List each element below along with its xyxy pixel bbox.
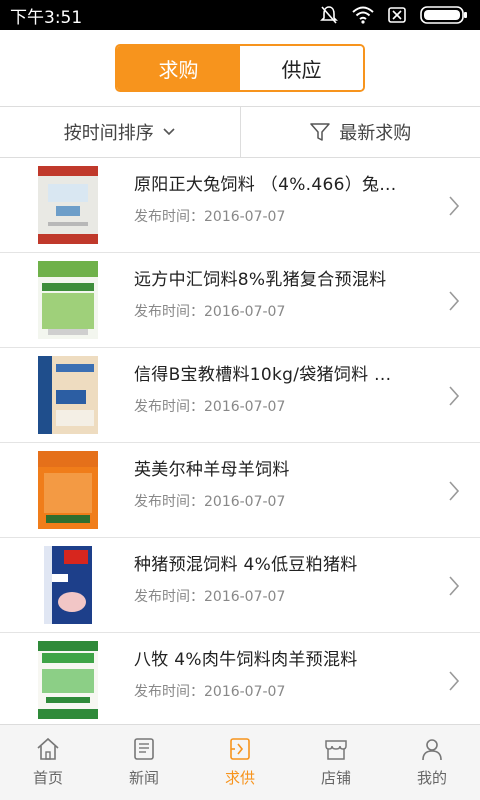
tab-label: 我的 bbox=[416, 769, 447, 787]
tab-label: 求供 bbox=[224, 769, 255, 787]
item-date: 发布时间：2016-07-07 bbox=[134, 684, 286, 700]
filter-label: 最新求购 bbox=[339, 123, 412, 144]
product-image bbox=[38, 451, 98, 529]
chevron-right-icon bbox=[449, 196, 460, 216]
item-text: 远方中汇饲料8%乳猪复合预混料 发布时间：2016-07-07 bbox=[134, 253, 440, 348]
list-item[interactable]: 八牧 4%肉牛饲料肉羊预混料 发布时间：2016-07-07 bbox=[0, 633, 480, 724]
list-item[interactable]: 原阳正大兔饲料 （4%.466）兔... 发布时间：2016-07-07 bbox=[0, 158, 480, 253]
wifi-icon bbox=[352, 6, 374, 24]
latest-buy-filter-button[interactable]: 最新求购 bbox=[239, 107, 480, 157]
list-item[interactable]: 英美尔种羊母羊饲料 发布时间：2016-07-07 bbox=[0, 443, 480, 538]
item-date: 发布时间：2016-07-07 bbox=[134, 494, 286, 510]
item-text: 英美尔种羊母羊饲料 发布时间：2016-07-07 bbox=[134, 443, 440, 538]
battery-icon bbox=[420, 6, 467, 24]
supply-demand-icon bbox=[230, 738, 250, 760]
item-text: 八牧 4%肉牛饲料肉羊预混料 发布时间：2016-07-07 bbox=[134, 633, 440, 724]
tab-supply-demand[interactable]: 求供 bbox=[192, 725, 288, 800]
chevron-right-icon bbox=[449, 481, 460, 501]
product-image bbox=[44, 546, 92, 624]
product-list: 原阳正大兔饲料 （4%.466）兔... 发布时间：2016-07-07 远方中… bbox=[0, 158, 480, 724]
item-text: 原阳正大兔饲料 （4%.466）兔... 发布时间：2016-07-07 bbox=[134, 158, 440, 253]
item-text: 种猪预混饲料 4%低豆粕猪料 发布时间：2016-07-07 bbox=[134, 538, 440, 633]
list-item[interactable]: 信得B宝教槽料10kg/袋猪饲料 ... 发布时间：2016-07-07 bbox=[0, 348, 480, 443]
filter-bar: 按时间排序 最新求购 bbox=[0, 106, 480, 158]
status-time: 下午3:51 bbox=[10, 7, 83, 28]
item-text: 信得B宝教槽料10kg/袋猪饲料 ... 发布时间：2016-07-07 bbox=[134, 348, 440, 443]
chevron-right-icon bbox=[449, 671, 460, 691]
sort-by-time-button[interactable]: 按时间排序 bbox=[0, 107, 240, 157]
chevron-right-icon bbox=[449, 386, 460, 406]
product-image bbox=[38, 356, 98, 434]
item-title: 英美尔种羊母羊饲料 bbox=[134, 460, 290, 480]
item-title: 信得B宝教槽料10kg/袋猪饲料 ... bbox=[134, 365, 392, 385]
tab-news[interactable]: 新闻 bbox=[96, 725, 192, 800]
sort-label: 按时间排序 bbox=[63, 123, 154, 144]
chevron-right-icon bbox=[449, 291, 460, 311]
tab-store[interactable]: 店铺 bbox=[288, 725, 384, 800]
list-item[interactable]: 种猪预混饲料 4%低豆粕猪料 发布时间：2016-07-07 bbox=[0, 538, 480, 633]
chevron-right-icon bbox=[449, 576, 460, 596]
status-bar: 下午3:51 bbox=[0, 0, 480, 30]
list-item[interactable]: 远方中汇饲料8%乳猪复合预混料 发布时间：2016-07-07 bbox=[0, 253, 480, 348]
store-icon bbox=[325, 740, 347, 760]
buy-supply-toggle: 求购 供应 bbox=[115, 44, 365, 92]
item-title: 八牧 4%肉牛饲料肉羊预混料 bbox=[134, 650, 358, 670]
product-image bbox=[38, 261, 98, 339]
item-title: 远方中汇饲料8%乳猪复合预混料 bbox=[134, 270, 387, 290]
segment-area: 求购 供应 bbox=[0, 30, 480, 106]
item-title: 原阳正大兔饲料 （4%.466）兔... bbox=[134, 175, 397, 195]
tab-supply[interactable]: 供应 bbox=[240, 46, 363, 90]
item-title: 种猪预混饲料 4%低豆粕猪料 bbox=[134, 555, 358, 575]
item-date: 发布时间：2016-07-07 bbox=[134, 304, 286, 320]
tab-mine[interactable]: 我的 bbox=[384, 725, 480, 800]
chevron-down-icon bbox=[163, 128, 175, 136]
tab-label: 新闻 bbox=[128, 769, 159, 787]
bottom-tab-bar: 首页 新闻 求供 店铺 我的 bbox=[0, 724, 480, 800]
product-image bbox=[38, 166, 98, 244]
home-icon bbox=[37, 737, 59, 760]
product-image bbox=[38, 641, 98, 719]
no-sim-icon bbox=[388, 7, 406, 23]
tab-label: 首页 bbox=[32, 769, 63, 787]
user-icon bbox=[422, 739, 442, 761]
status-icons bbox=[320, 5, 468, 25]
tab-buy[interactable]: 求购 bbox=[117, 46, 240, 90]
tab-label: 店铺 bbox=[320, 769, 351, 787]
item-date: 发布时间：2016-07-07 bbox=[134, 589, 286, 605]
item-date: 发布时间：2016-07-07 bbox=[134, 399, 286, 415]
news-icon bbox=[134, 738, 154, 760]
mute-bell-icon bbox=[320, 6, 338, 24]
tab-home[interactable]: 首页 bbox=[0, 725, 96, 800]
item-date: 发布时间：2016-07-07 bbox=[134, 209, 286, 225]
funnel-icon bbox=[310, 123, 330, 141]
